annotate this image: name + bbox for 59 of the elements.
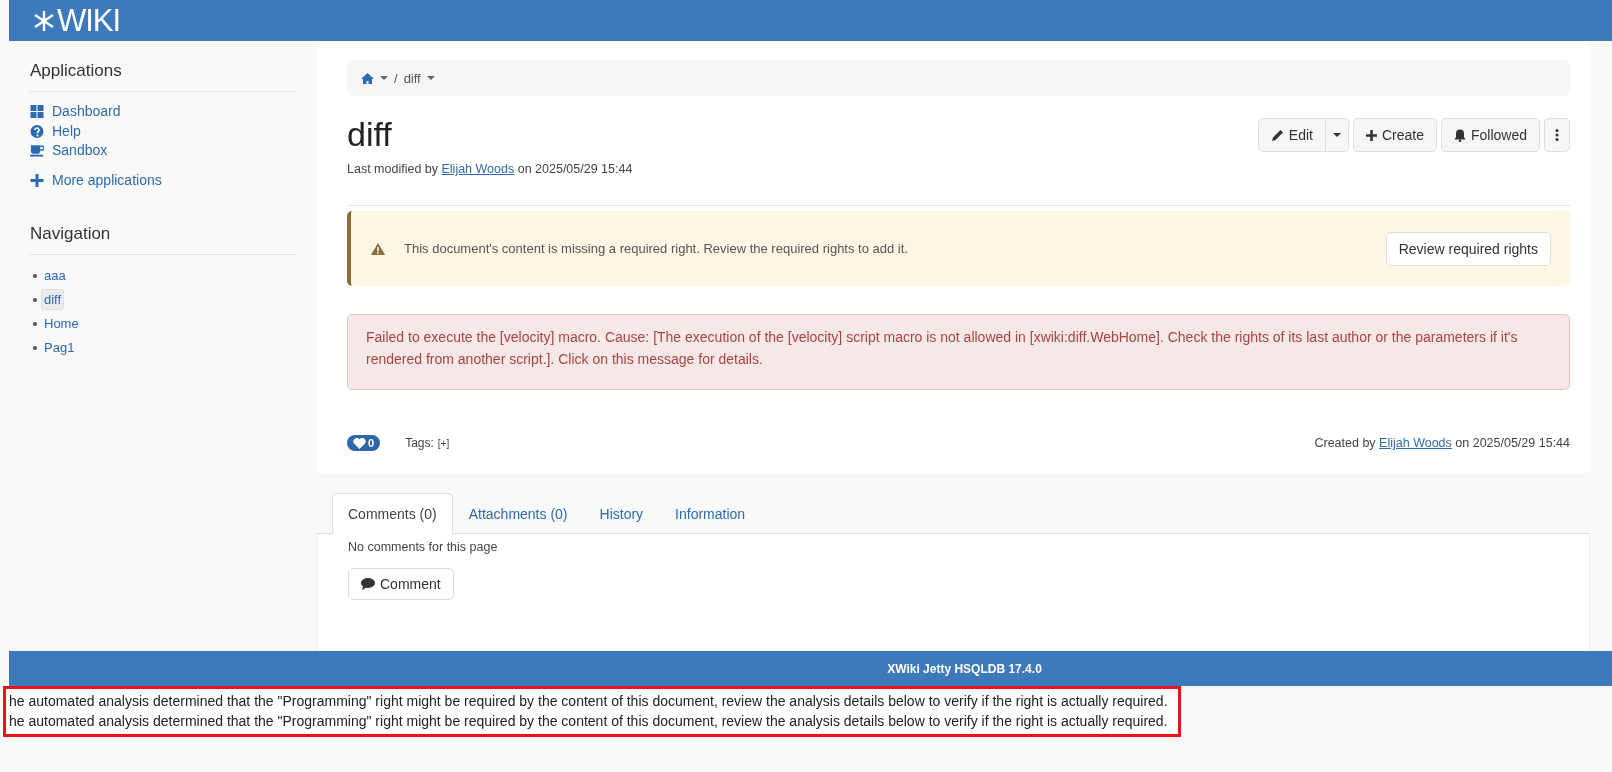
edit-button[interactable]: Edit [1257, 118, 1326, 152]
tree-item[interactable]: Pag1 [41, 337, 78, 358]
author-link[interactable]: Elijah Woods [1379, 436, 1452, 450]
vertical-dots-icon [1555, 129, 1559, 141]
plus-icon [1365, 129, 1377, 141]
grid-icon [30, 105, 44, 119]
heart-icon [353, 437, 366, 449]
last-modified-text: Last modified by Elijah Woods on 2025/05/29 15:44 [347, 162, 633, 176]
warning-message: This document's content is missing a required right. Review the required rights to add it. [404, 241, 909, 256]
warning-triangle-icon [371, 242, 385, 255]
comment-button[interactable]: Comment [348, 568, 454, 600]
plus-icon [30, 173, 44, 187]
breadcrumb-separator: / [394, 70, 398, 86]
breadcrumb-link[interactable]: diff [403, 70, 421, 86]
application-link[interactable]: Help [30, 121, 296, 141]
review-rights-button[interactable]: Review required rights [1385, 231, 1551, 266]
tree-item[interactable]: Home [41, 313, 82, 334]
notice-text: he automated analysis determined that the "Programming" right might be required by the content of this document, review the analysis details below to verify if the right is actually required. [9, 692, 1169, 711]
pencil-icon [1270, 128, 1284, 142]
question-circle-icon [30, 124, 44, 138]
version-text: XWiki Jetty HSQLDB 17.4.0 [887, 661, 1042, 676]
tree-item[interactable]: diff [41, 289, 65, 310]
edit-dropdown-button[interactable] [1325, 118, 1349, 152]
tab[interactable]: History [583, 493, 660, 534]
caret-icon [1332, 131, 1341, 139]
tab[interactable]: Comments (0) [332, 493, 453, 534]
author-link[interactable]: Elijah Woods [441, 162, 515, 176]
error-message[interactable]: Failed to execute the [velocity] macro. Cause: [The execution of the [velocity] script macro is not allowed in [xwiki:diff.WebHome]. Check the rights of its last author or the parameters if it's rendered from another script.]. Click on this message for details. [347, 314, 1570, 390]
bell-icon [1453, 128, 1466, 142]
notice-text: he automated analysis determined that the "Programming" right might be required by the content of this document, review the analysis details below to verify if the right is actually required. [9, 712, 1169, 731]
bullet-icon [33, 321, 37, 326]
logo[interactable]: WIKI [33, 5, 121, 36]
empty-comments-text: No comments for this page [348, 540, 499, 554]
application-link[interactable]: Dashboard [30, 102, 296, 122]
page-title: diff [347, 114, 393, 154]
coffee-cup-icon [30, 144, 44, 158]
more-applications-link[interactable]: More applications [30, 170, 296, 190]
application-link[interactable]: Sandbox [30, 141, 296, 161]
caret-icon [380, 74, 388, 82]
follow-button[interactable]: Followed [1440, 118, 1540, 152]
tab[interactable]: Information [659, 493, 762, 534]
bullet-icon [33, 297, 37, 302]
tags-label: Tags: [405, 436, 434, 450]
caret-icon [426, 74, 435, 82]
likes-badge[interactable]: 0 [347, 435, 381, 451]
add-tag-link[interactable]: [+] [437, 437, 450, 449]
bullet-icon [33, 273, 37, 278]
panel-heading: Navigation [30, 224, 296, 255]
home-icon [361, 72, 374, 84]
home-link[interactable] [361, 72, 374, 84]
tab[interactable]: Attachments (0) [452, 493, 584, 534]
more-actions-button[interactable] [1544, 118, 1570, 152]
speech-bubble-icon [361, 578, 375, 590]
create-button[interactable]: Create [1352, 118, 1437, 152]
tree-item[interactable]: aaa [41, 265, 69, 286]
created-by-text: Created by Elijah Woods on 2025/05/29 15:44 [1314, 436, 1570, 450]
bullet-icon [33, 345, 37, 350]
panel-heading: Applications [30, 61, 296, 92]
star-mark-icon [33, 9, 55, 32]
